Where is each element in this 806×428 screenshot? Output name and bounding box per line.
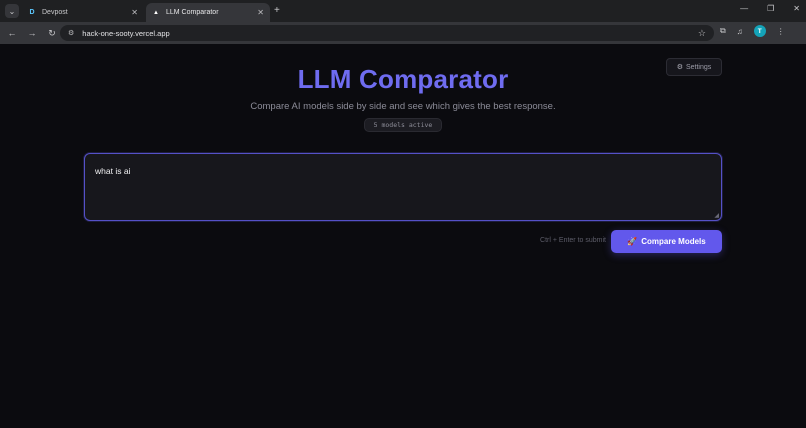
forward-arrow-icon[interactable]: → — [23, 28, 41, 39]
prompt-text: what is ai — [95, 166, 131, 176]
tab-devpost[interactable]: D Devpost ✕ — [22, 3, 144, 22]
compare-models-button[interactable]: 🚀 Compare Models — [611, 230, 722, 253]
bookmark-star-icon[interactable]: ☆ — [698, 28, 706, 39]
app-page: ⚙ Settings LLM Comparator Compare AI mod… — [0, 44, 806, 428]
restore-icon[interactable]: ❐ — [767, 4, 774, 13]
profile-avatar[interactable]: T — [753, 25, 766, 37]
window-close-icon[interactable]: ✕ — [793, 4, 800, 13]
browser-tab-bar: ⌄ D Devpost ✕ ▲ LLM Comparator ✕ + — ❐ ✕ — [0, 0, 806, 22]
url-text: hack-one-sooty.vercel.app — [82, 28, 170, 38]
models-active-badge: 5 models active — [364, 118, 442, 132]
close-icon[interactable]: ✕ — [257, 8, 264, 17]
triangle-favicon-icon: ▲ — [153, 9, 159, 16]
new-tab-plus-icon[interactable]: + — [274, 5, 280, 16]
address-bar[interactable]: ⚙ hack-one-sooty.vercel.app ☆ — [60, 25, 714, 41]
tab-title: Devpost — [42, 9, 68, 16]
prompt-textarea[interactable]: what is ai ◢ — [84, 153, 722, 221]
devpost-favicon-icon: D — [29, 9, 35, 16]
menu-kebab-icon[interactable]: ⋮ — [777, 27, 785, 36]
browser-toolbar: ← → ↻ ⚙ hack-one-sooty.vercel.app ☆ ⧉ ♫ … — [0, 22, 806, 44]
back-arrow-icon[interactable]: ← — [3, 28, 21, 39]
minimize-icon[interactable]: — — [740, 4, 748, 13]
submit-hint: Ctrl + Enter to submit — [540, 237, 606, 244]
site-info-icon[interactable]: ⚙ — [68, 29, 74, 37]
reload-icon[interactable]: ↻ — [43, 28, 61, 39]
tab-llm-comparator[interactable]: ▲ LLM Comparator ✕ — [146, 3, 270, 22]
close-icon[interactable]: ✕ — [131, 8, 138, 17]
resize-handle-icon[interactable]: ◢ — [714, 212, 719, 219]
rocket-icon: 🚀 — [627, 237, 638, 246]
tab-title: LLM Comparator — [166, 9, 219, 16]
chevron-down-icon: ⌄ — [8, 6, 16, 16]
page-subtitle: Compare AI models side by side and see w… — [250, 101, 556, 112]
tab-search-button[interactable]: ⌄ — [5, 4, 19, 18]
extensions-puzzle-icon[interactable]: ⧉ — [720, 26, 726, 36]
window-controls: — ❐ ✕ — [740, 4, 800, 13]
page-title: LLM Comparator — [297, 64, 509, 94]
media-control-icon[interactable]: ♫ — [737, 27, 743, 36]
compare-button-label: Compare Models — [641, 237, 706, 246]
